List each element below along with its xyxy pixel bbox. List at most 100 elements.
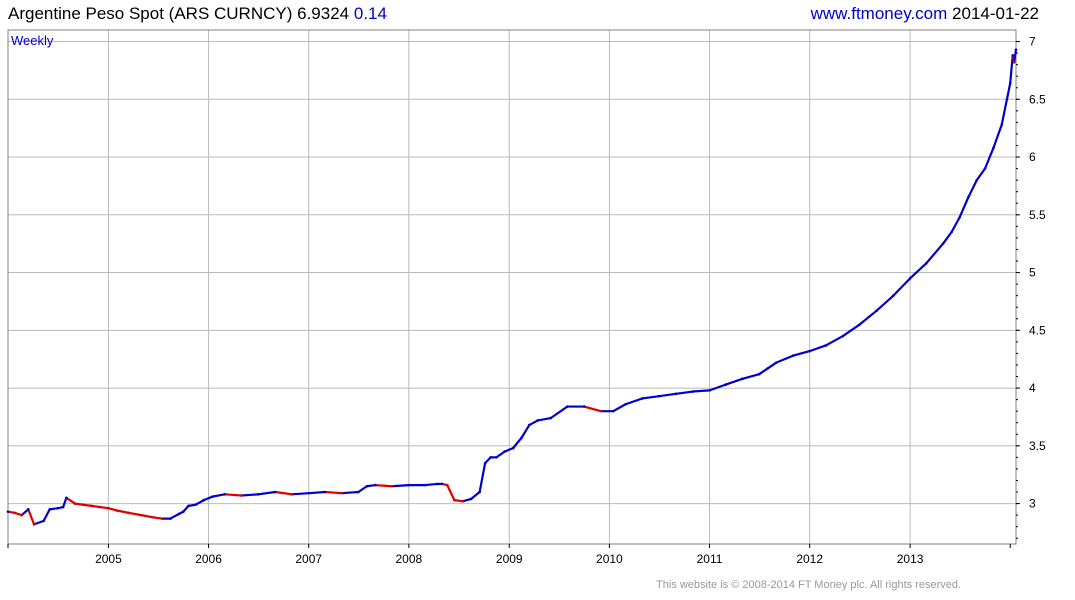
data-point	[824, 344, 828, 347]
data-point	[774, 361, 778, 364]
data-point	[440, 482, 444, 486]
data-point	[127, 511, 130, 515]
data-point	[1008, 81, 1012, 85]
series-segment	[290, 492, 310, 496]
data-point	[841, 334, 845, 338]
grid-lines	[8, 30, 1016, 544]
data-point	[757, 372, 761, 376]
series-segment	[641, 395, 661, 400]
series-segment	[520, 423, 531, 439]
series-segment	[724, 377, 744, 386]
data-point	[641, 397, 644, 400]
data-point	[177, 512, 181, 516]
series-segment	[115, 509, 130, 514]
data-point	[182, 510, 185, 513]
data-point	[1012, 61, 1016, 64]
series-segment	[892, 277, 912, 297]
data-point	[724, 383, 728, 386]
y-tick-label: 3.5	[1029, 439, 1046, 453]
series-segment	[975, 167, 987, 182]
series-segment	[536, 416, 552, 422]
series-segment	[549, 405, 569, 420]
data-point	[983, 167, 987, 170]
series-segment	[511, 436, 523, 450]
data-point	[958, 215, 962, 219]
data-point	[791, 354, 795, 358]
series-segment	[775, 354, 795, 364]
copyright-notice: This website is © 2008-2014 FT Money plc…	[656, 579, 962, 591]
data-point	[365, 484, 369, 488]
x-tick-label: 2008	[395, 552, 422, 566]
data-point	[520, 436, 523, 440]
data-point	[741, 377, 744, 381]
y-tick-label: 5.5	[1029, 208, 1046, 222]
series-segment	[528, 419, 539, 427]
x-tick-label: 2006	[195, 552, 222, 566]
data-point	[674, 392, 678, 396]
series-segment	[461, 497, 473, 503]
data-point	[187, 504, 190, 508]
data-point	[61, 505, 65, 509]
data-point	[527, 423, 531, 427]
series-segment	[323, 490, 343, 495]
data-point	[424, 483, 427, 487]
x-tick-label: 2011	[697, 552, 723, 566]
series-segment	[127, 511, 143, 517]
series-segment	[274, 490, 294, 496]
series-segment	[858, 309, 878, 326]
series-segment	[374, 483, 394, 488]
data-point	[766, 367, 770, 370]
plot-frame	[7, 29, 1017, 545]
data-point	[461, 499, 464, 503]
series-segment	[791, 350, 811, 357]
data-point	[307, 491, 310, 495]
data-point	[256, 493, 260, 496]
data-point	[1014, 48, 1018, 51]
data-point	[115, 509, 119, 512]
data-point	[140, 513, 143, 517]
series-segment	[169, 512, 181, 520]
data-point	[6, 510, 10, 513]
data-point	[503, 450, 506, 453]
x-tick-label: 2007	[295, 552, 322, 566]
y-tick-label: 4.5	[1029, 323, 1046, 337]
data-point	[445, 483, 449, 487]
series-segment	[20, 508, 30, 517]
series-segment	[925, 242, 945, 265]
data-point	[566, 405, 569, 408]
data-point	[536, 419, 540, 422]
series-segment	[478, 462, 487, 494]
x-tick-label: 2010	[596, 552, 623, 566]
price-series	[6, 48, 1018, 526]
data-point	[599, 409, 603, 413]
price-chart: Weekly 33.544.555.566.57 2005 2006 2007 200…	[6, 29, 1046, 566]
series-segment	[958, 196, 970, 219]
x-tick-label: 2012	[796, 552, 823, 566]
data-point	[966, 196, 970, 199]
series-segment	[32, 519, 45, 526]
series-segment	[612, 403, 627, 413]
series-segment	[967, 179, 978, 199]
y-tick-label: 5	[1029, 266, 1036, 280]
data-point	[657, 394, 661, 398]
series-segment	[27, 508, 36, 526]
data-point	[98, 505, 102, 509]
data-point	[202, 498, 206, 502]
y-tick-label: 3	[1029, 497, 1036, 511]
data-point	[81, 503, 85, 507]
data-point	[1000, 123, 1004, 127]
series-segment	[391, 483, 410, 488]
x-tick-label: 2005	[95, 552, 122, 566]
series-segment	[211, 493, 226, 498]
data-point	[27, 508, 30, 511]
period-label: Weekly	[11, 33, 54, 48]
data-point	[357, 490, 360, 494]
data-point	[924, 262, 928, 265]
data-point	[892, 294, 895, 297]
series-segment	[674, 390, 694, 395]
data-point	[1005, 98, 1009, 101]
data-point	[808, 349, 811, 353]
series-segment	[992, 123, 1003, 149]
series-segment	[808, 344, 828, 353]
data-point	[691, 390, 695, 393]
